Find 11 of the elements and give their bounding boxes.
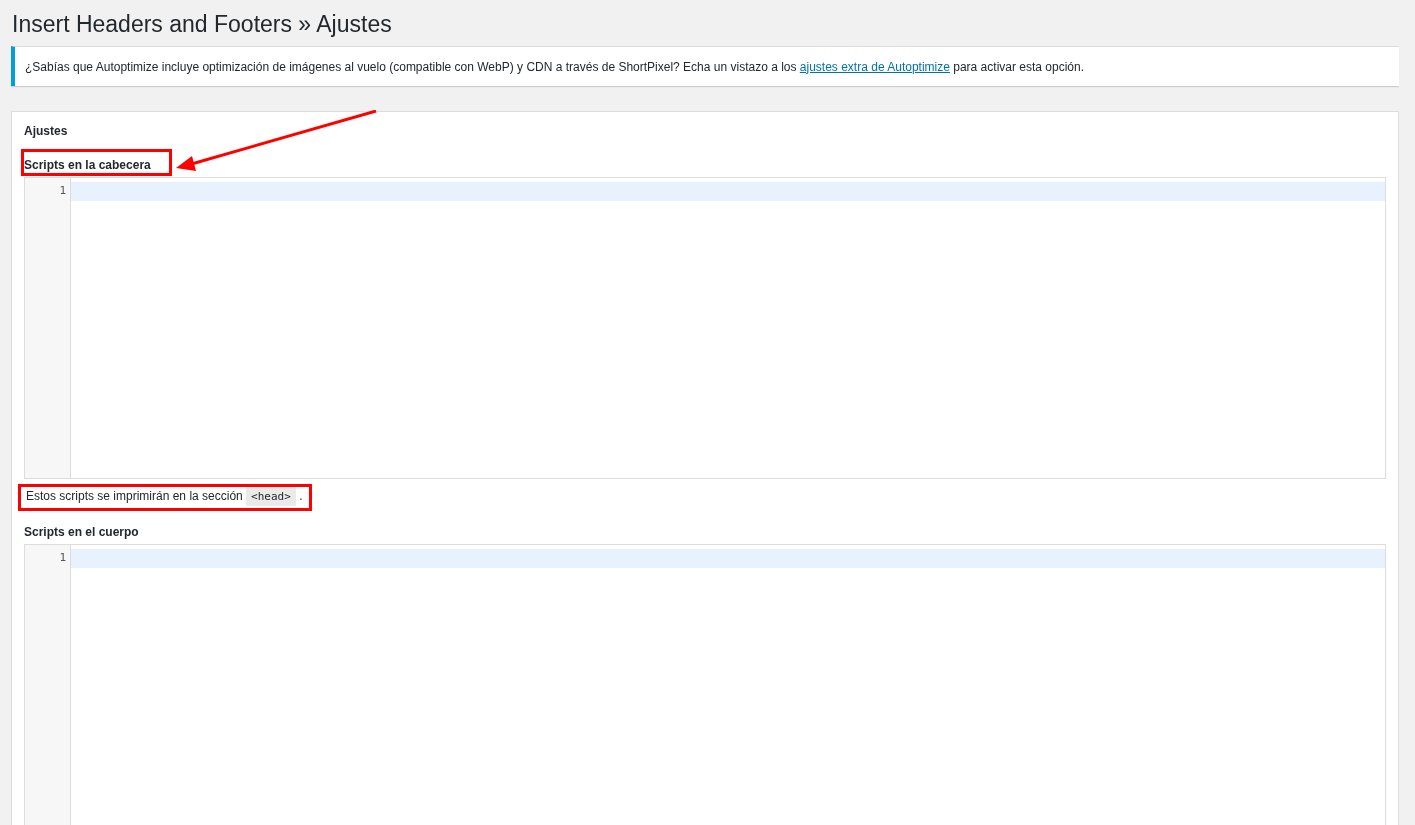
page-title: Insert Headers and Footers » Ajustes (11, 10, 393, 39)
line-number: 1 (58, 183, 67, 197)
code-editor[interactable]: 1 (24, 177, 1386, 479)
notice-text: ¿Sabías que Autoptimize incluye optimización de imágenes al vuelo (compatible con WebP) y CDN a través de ShortPixel? Echa un vistazo a los ajustes extra de Autoptimize para activar esta opción. (25, 59, 1084, 74)
code-editor[interactable]: 1 (24, 544, 1386, 825)
field-label: Scripts en la cabecera (21, 149, 172, 176)
line-number: 1 (58, 550, 67, 564)
help-text: Estos scripts se imprimirán en la sección <head> . (18, 484, 312, 511)
field-label: Scripts en el cuerpo (23, 524, 140, 541)
panel-title: Ajustes (24, 123, 69, 140)
notice-link[interactable]: ajustes extra de Autoptimize (799, 59, 950, 74)
